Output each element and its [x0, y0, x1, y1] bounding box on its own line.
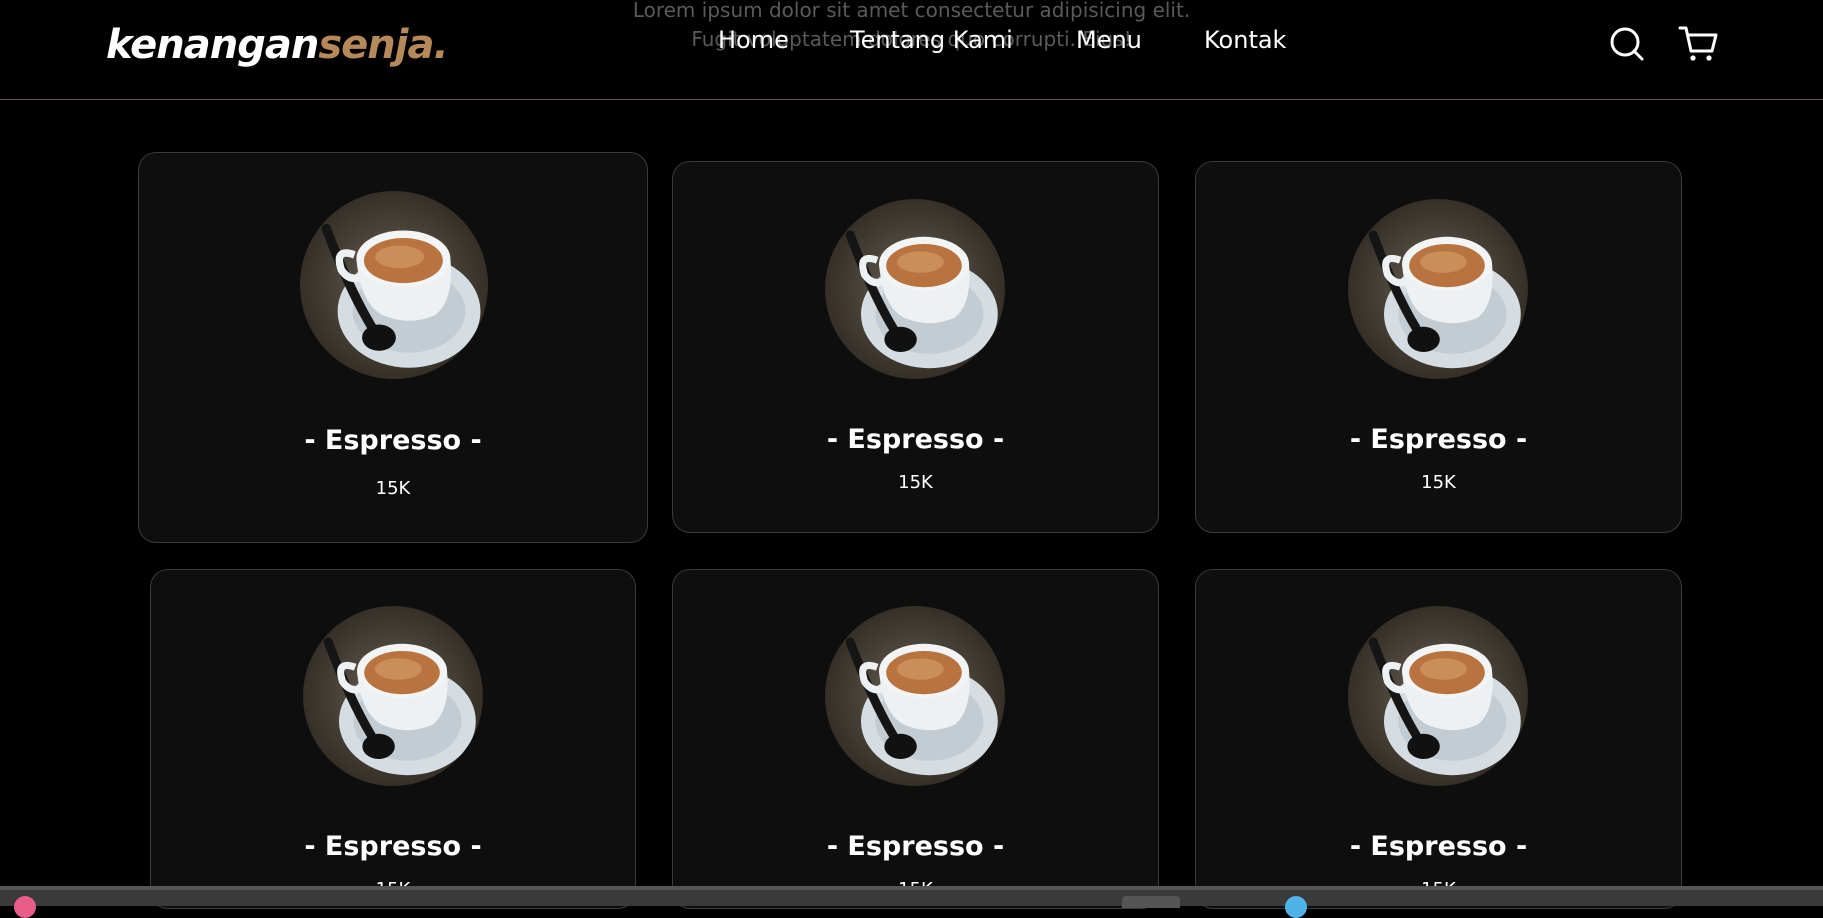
- menu-card[interactable]: - Espresso - 15K: [672, 161, 1159, 533]
- taskbar-app-icon[interactable]: [1285, 896, 1307, 918]
- espresso-image: [303, 606, 483, 786]
- brand-logo[interactable]: kenangansenja.: [106, 22, 449, 68]
- menu-card[interactable]: - Espresso - 15K: [150, 569, 636, 909]
- nav-link-home[interactable]: Home: [718, 26, 789, 54]
- nav-link-menu[interactable]: Menu: [1076, 26, 1142, 54]
- espresso-image: [1348, 606, 1528, 786]
- menu-item-name: - Espresso -: [1349, 831, 1528, 862]
- nav-link-tentang-kami[interactable]: Tentang Kami: [850, 26, 1013, 54]
- logo-main-text: kenangan: [106, 22, 319, 68]
- menu-item-price: 15K: [1421, 472, 1456, 493]
- search-icon[interactable]: [1607, 24, 1647, 64]
- nav-link-kontak[interactable]: Kontak: [1204, 26, 1286, 54]
- menu-item-price: 15K: [375, 478, 411, 499]
- espresso-image: [825, 606, 1005, 786]
- taskbar-app-icon[interactable]: [14, 896, 36, 918]
- navbar: kenangansenja. Home Tentang Kami Menu Ko…: [0, 0, 1823, 100]
- menu-item-name: - Espresso -: [1349, 424, 1528, 455]
- menu-item-name: - Espresso -: [304, 831, 482, 862]
- menu-item-name: - Espresso -: [826, 424, 1005, 455]
- menu-card[interactable]: - Espresso - 15K: [138, 152, 648, 543]
- menu-item-price: 15K: [898, 472, 933, 493]
- taskbar: [0, 886, 1823, 918]
- espresso-image: [825, 199, 1005, 379]
- menu-card[interactable]: - Espresso - 15K: [672, 569, 1159, 909]
- taskbar-active-tab[interactable]: [1122, 896, 1180, 908]
- espresso-image: [1348, 199, 1528, 379]
- shopping-cart-icon[interactable]: [1678, 24, 1718, 64]
- menu-card[interactable]: - Espresso - 15K: [1195, 569, 1682, 909]
- menu-item-name: - Espresso -: [304, 425, 482, 456]
- espresso-image: [300, 191, 488, 379]
- logo-accent-text: senja.: [318, 22, 448, 68]
- menu-item-name: - Espresso -: [826, 831, 1005, 862]
- menu-card[interactable]: - Espresso - 15K: [1195, 161, 1682, 533]
